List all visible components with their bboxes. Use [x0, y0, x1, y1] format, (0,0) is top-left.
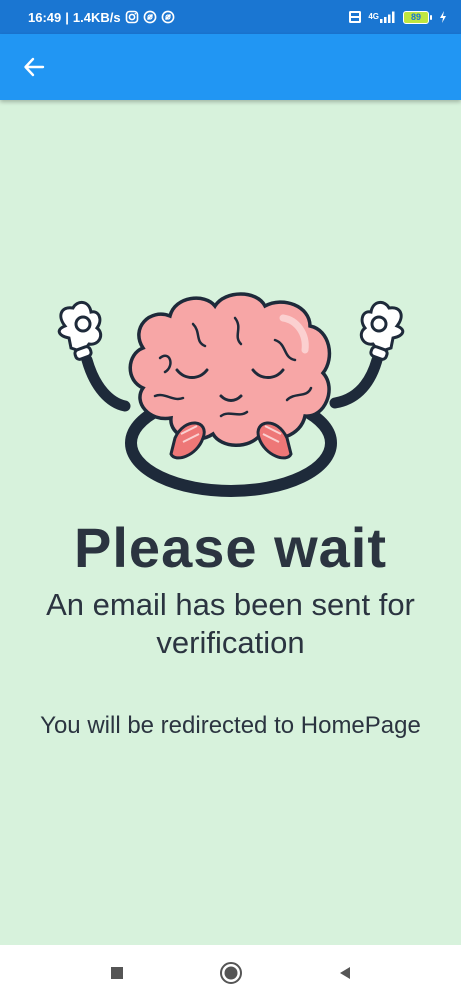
brain: [128, 292, 332, 447]
system-back-button[interactable]: [325, 953, 365, 993]
app-bar: [0, 34, 461, 100]
battery-level: 89: [410, 12, 421, 22]
home-button[interactable]: [211, 953, 251, 993]
signal-icon: 4G: [368, 11, 397, 23]
status-bar: 16:49 | 1.4KB/s 4G 89: [0, 0, 461, 34]
status-time: 16:49: [28, 9, 62, 25]
network-type: 4G: [368, 12, 379, 21]
verification-message: An email has been sent for verification: [46, 587, 415, 660]
arrow-left-icon: [24, 57, 45, 77]
recents-button[interactable]: [97, 953, 137, 993]
right-hand: [359, 301, 405, 361]
main-content: Please wait An email has been sent for v…: [0, 100, 461, 945]
volte-icon: [348, 10, 362, 24]
status-speed: 1.4KB/s: [72, 9, 121, 25]
meditating-brain-illustration: [57, 292, 405, 497]
left-hand: [57, 301, 103, 361]
page-title: Please wait: [74, 516, 387, 579]
battery-icon: 89: [403, 10, 432, 24]
back-button[interactable]: [18, 51, 50, 83]
home-circle-icon: [219, 961, 242, 984]
status-left: 16:49 | 1.4KB/s: [28, 10, 175, 25]
back-triangle-icon: [339, 966, 350, 979]
charging-icon: [439, 11, 447, 23]
recents-square-icon: [110, 966, 123, 979]
notification-icon: [161, 10, 175, 24]
system-nav-bar: [0, 945, 461, 1000]
status-right: 4G 89: [348, 10, 447, 24]
redirect-message: You will be redirected to HomePage: [40, 712, 421, 739]
status-separator: |: [65, 9, 69, 25]
notification-icon: [143, 10, 157, 24]
instagram-icon: [125, 10, 139, 24]
